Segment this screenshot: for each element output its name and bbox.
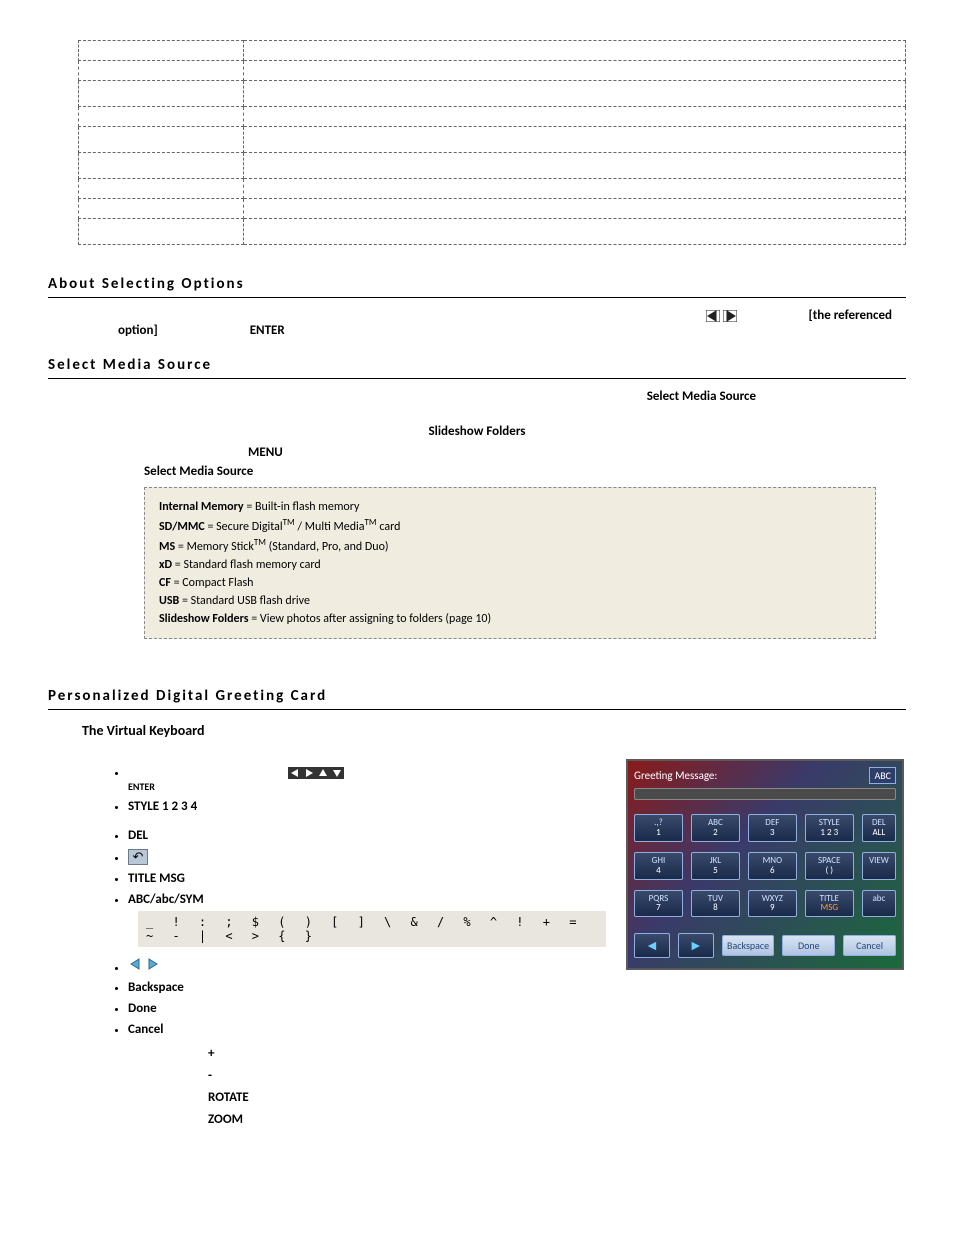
option-word: option] <box>118 323 158 338</box>
mem-sf-label: Slideshow Folders <box>159 612 249 626</box>
back-arrow-icon: ↶ <box>128 849 148 865</box>
mem-ms-desc-a: = Memory Stick <box>175 540 254 554</box>
empty-table <box>78 40 906 245</box>
section-greeting-heading: Personalized Digital Greeting Card <box>48 687 906 710</box>
vk-item-cancel: Cancel <box>128 1022 606 1037</box>
vk-backspace-label: Backspace <box>128 980 184 995</box>
kb-key-6[interactable]: MNO6 <box>748 852 797 880</box>
kb-key-4[interactable]: GHI4 <box>634 852 683 880</box>
vk-item-titlemsg: TITLE MSG <box>128 871 606 886</box>
kb-key-space[interactable]: SPACE( ) <box>805 852 854 880</box>
slideshow-folders-label: Slideshow Folders <box>429 424 526 439</box>
menu-label: MENU <box>248 445 283 460</box>
kb-key-delall[interactable]: DELALL <box>862 814 896 842</box>
section-media-heading: Select Media Source <box>48 356 906 379</box>
mem-cf-label: CF <box>159 576 171 590</box>
kb-nav-left[interactable]: ◄ <box>634 933 670 958</box>
kb-key-9[interactable]: WXYZ9 <box>748 890 797 918</box>
kb-done-button[interactable]: Done <box>782 935 835 956</box>
vk-rotate: ROTATE <box>208 1090 249 1105</box>
kb-header: Greeting Message: <box>634 769 717 782</box>
vk-item-backspace: Backspace <box>128 980 606 995</box>
right-arrow-icon <box>302 767 316 779</box>
vk-item-del: DEL <box>128 828 606 843</box>
kb-key-view[interactable]: VIEW <box>862 852 896 880</box>
mem-sf-desc: = View photos after assigning to folders… <box>249 612 492 626</box>
vk-item-style: STYLE 1 2 3 4 <box>128 799 606 814</box>
vk-item-back: ↶ <box>128 849 606 865</box>
mem-sd-desc-a: = Secure Digital <box>205 520 283 534</box>
mem-sd-desc-c: card <box>377 520 401 534</box>
vk-titlemsg-label: TITLE MSG <box>128 871 185 886</box>
kb-key-3[interactable]: DEF3 <box>748 814 797 842</box>
up-arrow-icon <box>316 767 330 779</box>
kb-cancel-button[interactable]: Cancel <box>843 935 896 956</box>
kb-key-2[interactable]: ABC2 <box>691 814 740 842</box>
kb-key-titlemsg[interactable]: TITLEMSG <box>805 890 854 918</box>
kb-backspace-button[interactable]: Backspace <box>722 935 775 956</box>
mem-sd-label: SD/MMC <box>159 520 205 534</box>
mem-xd-label: xD <box>159 558 172 572</box>
vk-style-label: STYLE 1 2 3 4 <box>128 799 197 814</box>
kb-key-grid: .,?1 ABC2 DEF3 STYLE1 2 3 DELALL GHI4 JK… <box>634 814 896 917</box>
left-arrow-icon <box>288 767 302 779</box>
vk-minus: - <box>208 1068 212 1083</box>
vk-symbols-strip: _ ! : ; $ ( ) [ ] \ & / % ^ ! + = ~ - | … <box>138 911 606 947</box>
kb-input-field[interactable] <box>634 788 896 800</box>
mem-usb-label: USB <box>159 594 179 608</box>
select-media-label: Select Media Source <box>647 389 756 404</box>
vk-del-label: DEL <box>128 828 148 843</box>
vk-zoom: ZOOM <box>208 1112 243 1127</box>
kb-key-5[interactable]: JKL5 <box>691 852 740 880</box>
kb-nav-right[interactable]: ► <box>678 933 714 958</box>
mem-usb-desc: = Standard USB flash drive <box>179 594 310 608</box>
virtual-keyboard-title: The Virtual Keyboard <box>82 722 906 739</box>
virtual-keyboard-instructions: ENTER STYLE 1 2 3 4 DEL ↶ TITLE MSG ABC/… <box>108 765 606 1037</box>
vk-plus: + <box>208 1046 214 1061</box>
kb-key-style[interactable]: STYLE1 2 3 <box>805 814 854 842</box>
vk-item-nav: ENTER <box>128 765 606 793</box>
section-about-heading: About Selecting Options <box>48 275 906 298</box>
down-arrow-icon <box>330 767 344 779</box>
referenced-text: [the referenced <box>809 308 893 323</box>
mem-internal-desc: = Built-in flash memory <box>244 500 360 514</box>
mem-cf-desc: = Compact Flash <box>171 576 254 590</box>
kb-mode-badge: ABC <box>869 767 896 784</box>
mem-ms-label: MS <box>159 540 175 554</box>
media-source-list: Internal Memory = Built-in flash memory … <box>144 487 876 639</box>
kb-key-abc[interactable]: abc <box>862 890 896 918</box>
vk-enter: ENTER <box>128 780 155 793</box>
kb-key-1[interactable]: .,?1 <box>634 814 683 842</box>
mem-ms-desc-b: (Standard, Pro, and Duo) <box>266 540 389 554</box>
enter-word: ENTER <box>250 323 285 338</box>
vk-after-list: + - ROTATE ZOOM <box>208 1043 606 1131</box>
kb-key-7[interactable]: PQRS7 <box>634 890 683 918</box>
small-right-arrow-icon <box>146 957 160 971</box>
kb-key-8[interactable]: TUV8 <box>691 890 740 918</box>
mem-internal-label: Internal Memory <box>159 500 244 514</box>
mem-xd-desc: = Standard flash memory card <box>172 558 321 572</box>
left-right-arrow-icons <box>706 308 737 323</box>
small-left-arrow-icon <box>128 957 142 971</box>
select-media-label-2: Select Media Source <box>144 464 253 479</box>
vk-item-mode: ABC/abc/SYM _ ! : ; $ ( ) [ ] \ & / % ^ … <box>128 892 606 951</box>
vk-done-label: Done <box>128 1001 157 1016</box>
mem-sd-desc-b: / Multi Media <box>295 520 365 534</box>
virtual-keyboard-screenshot: Greeting Message: ABC .,?1 ABC2 DEF3 STY… <box>626 759 904 970</box>
vk-item-lr <box>128 957 606 974</box>
vk-item-done: Done <box>128 1001 606 1016</box>
vk-mode-label: ABC/abc/SYM <box>128 892 204 907</box>
vk-cancel-label: Cancel <box>128 1022 163 1037</box>
